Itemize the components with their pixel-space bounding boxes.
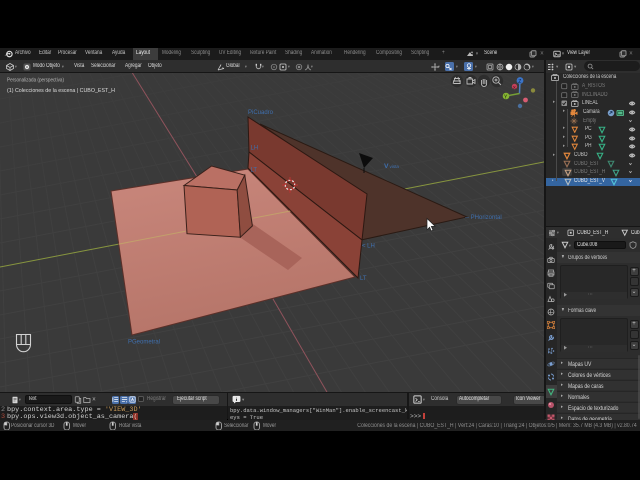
svg-text:Z: Z (518, 79, 521, 85)
svg-text:LT: LT (251, 168, 258, 174)
svg-text:-- PHorizontal: -- PHorizontal (465, 215, 502, 221)
svg-text:LT: LT (360, 276, 367, 282)
svg-text:(1) Colecciones de la escena |: (1) Colecciones de la escena | CUBO_EST_… (7, 88, 115, 94)
svg-text:< LH: < LH (362, 244, 375, 250)
svg-text:PiCuadro: PiCuadro (248, 110, 274, 116)
svg-text:vista: vista (390, 164, 400, 169)
svg-text:V: V (384, 163, 389, 170)
svg-text:PGeometral: PGeometral (128, 340, 160, 346)
svg-text:LH: LH (251, 146, 259, 152)
svg-text:Personalizada (perspectiva): Personalizada (perspectiva) (7, 78, 64, 84)
svg-text:X: X (513, 85, 516, 90)
